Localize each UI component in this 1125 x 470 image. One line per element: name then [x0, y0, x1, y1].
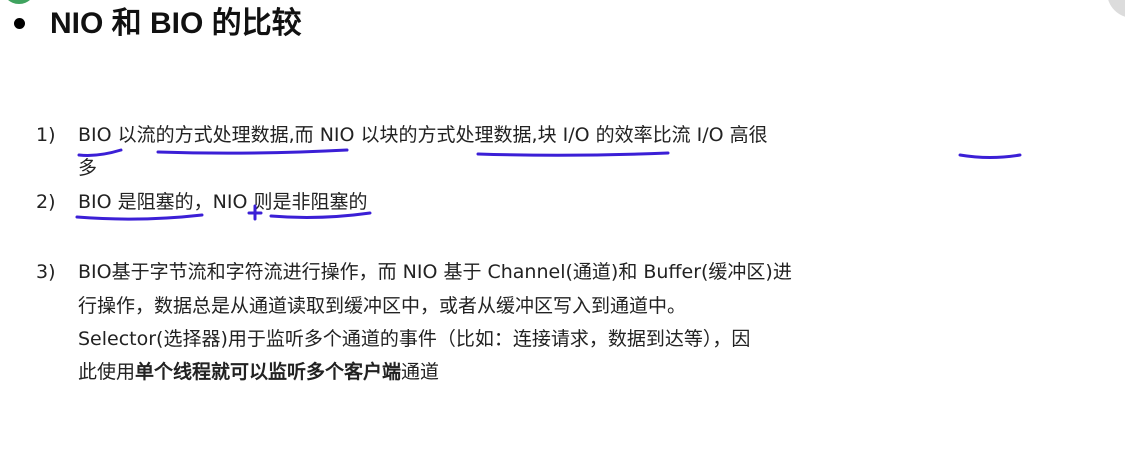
pen-annotations [75, 148, 1022, 221]
underline-io-speed [958, 153, 1022, 159]
underline-nio-nonblocking [269, 211, 372, 219]
underline-bio-1 [77, 148, 123, 157]
plus-annotation-icon [247, 204, 263, 221]
underline-stream-method [156, 148, 349, 155]
underline-bio-blocking [75, 213, 204, 221]
underline-block-method [476, 151, 670, 157]
